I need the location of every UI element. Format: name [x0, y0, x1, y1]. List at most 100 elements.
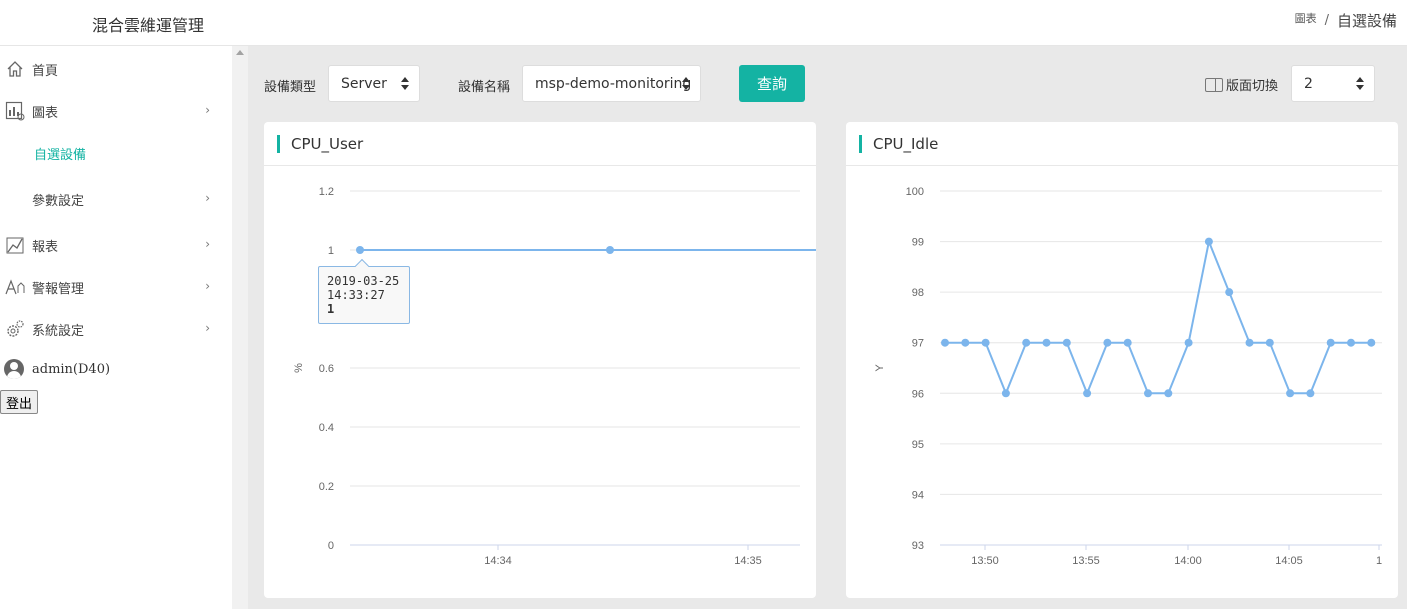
device-type-label: 設備類型 — [264, 80, 317, 95]
sidebar-item-system[interactable]: 系統設定 › — [0, 315, 232, 343]
data-point — [1306, 389, 1315, 398]
data-point — [981, 338, 990, 347]
x-tick-label: 13:55 — [1072, 555, 1100, 567]
y-tick-label: 0.6 — [319, 363, 334, 375]
sidebar-item-label: 參數設定 — [32, 193, 85, 209]
sidebar-nav: 首頁 圖表 › 自選設備 參數設定 › 報表 › 警報管理 › 系統設定 › — [0, 46, 232, 609]
x-tick-label: 14:05 — [1275, 555, 1303, 567]
sidebar-item-charts[interactable]: 圖表 › — [0, 97, 232, 125]
sidebar: 混合雲維運管理 首頁 圖表 › 自選設備 參數設定 › 報表 › 警報管理 › … — [0, 0, 248, 609]
y-tick-label: 100 — [906, 186, 924, 198]
data-point — [1286, 389, 1295, 398]
data-point — [606, 246, 614, 254]
y-tick-label: 93 — [912, 540, 924, 552]
title-accent-bar — [859, 134, 862, 153]
x-tick-label: 1 — [1376, 555, 1382, 567]
tooltip-date: 2019-03-25 — [327, 274, 400, 288]
data-point — [1204, 237, 1213, 246]
top-bar: 圖表 / 自選設備 — [248, 0, 1407, 46]
sidebar-item-label: 報表 — [32, 239, 59, 255]
data-point — [1225, 288, 1234, 297]
data-point — [1326, 338, 1335, 347]
data-point — [1062, 338, 1071, 347]
title-accent-bar — [277, 134, 280, 153]
x-tick-label: 13:50 — [971, 555, 999, 567]
sidebar-item-label: 首頁 — [32, 63, 59, 79]
chart-title: CPU_User — [291, 134, 364, 153]
sidebar-item-alarms[interactable]: 警報管理 › — [0, 273, 232, 301]
query-button[interactable]: 查詢 — [739, 65, 805, 102]
data-point — [941, 338, 949, 347]
data-point — [1022, 338, 1031, 347]
y-tick-label: 97 — [912, 338, 924, 350]
device-name-label: 設備名稱 — [458, 80, 511, 95]
layout-toggle-label: 版面切換 — [1226, 79, 1279, 94]
y-tick-label: 96 — [912, 388, 924, 400]
data-point — [1367, 338, 1376, 347]
layout-value: 2 — [1304, 75, 1313, 92]
layout-select[interactable]: 2 — [1291, 65, 1375, 102]
x-tick-label: 14:35 — [734, 555, 762, 567]
y-tick-label: 0.2 — [319, 481, 334, 493]
breadcrumb-current: 自選設備 — [1336, 12, 1397, 30]
chevron-right-icon: › — [205, 191, 210, 205]
chevron-right-icon: › — [205, 237, 210, 251]
scroll-up-icon[interactable] — [236, 50, 244, 55]
chart-title: CPU_Idle — [873, 134, 939, 153]
y-tick-label: 95 — [912, 439, 924, 451]
tooltip-value: 1 — [327, 302, 335, 316]
report-icon — [4, 234, 26, 256]
logout-button[interactable]: 登出 — [0, 390, 39, 414]
data-point — [961, 338, 970, 347]
sidebar-item-settings[interactable]: 參數設定 › — [0, 185, 232, 213]
avatar — [4, 359, 24, 379]
x-tick-label: 14:00 — [1174, 555, 1202, 567]
gear-icon — [4, 318, 26, 340]
y-tick-label: 99 — [912, 237, 924, 249]
chevron-right-icon: › — [205, 103, 210, 117]
series-line — [945, 238, 1372, 396]
select-caret-icon — [1356, 77, 1364, 91]
sidebar-subitem-custom-devices[interactable]: 自選設備 — [34, 144, 86, 163]
device-type-select[interactable]: Server — [328, 65, 420, 102]
tooltip-time: 14:33:27 — [327, 288, 385, 302]
alarm-icon — [4, 276, 26, 298]
device-type-value: Server — [341, 75, 387, 92]
data-point — [1144, 389, 1152, 398]
cpu-idle-chart[interactable]: 93 94 95 96 97 98 99 100 Y 13:50 13:55 14:00 14:05 1 — [846, 166, 1398, 598]
data-point — [1184, 338, 1193, 347]
sidebar-item-label: 系統設定 — [32, 323, 85, 339]
username: admin(D40) — [32, 361, 111, 377]
y-tick-label: 0.4 — [319, 422, 334, 434]
layout-toggle[interactable]: 版面切換 — [1205, 75, 1278, 94]
breadcrumb-separator: / — [1324, 13, 1329, 28]
layout-split-icon — [1205, 77, 1223, 92]
device-name-select[interactable]: msp-demo-monitoring — [522, 65, 701, 102]
y-axis-title: Y — [874, 364, 886, 372]
breadcrumb-parent[interactable]: 圖表 — [1295, 10, 1317, 26]
chart-tooltip: 2019-03-25 14:33:27 1 — [318, 258, 410, 324]
home-icon — [4, 58, 26, 80]
sidebar-item-reports[interactable]: 報表 › — [0, 231, 232, 259]
chevron-right-icon: › — [205, 279, 210, 293]
breadcrumb: 圖表 / 自選設備 — [1295, 10, 1397, 31]
sidebar-item-home[interactable]: 首頁 — [0, 55, 232, 83]
data-point — [1042, 338, 1051, 347]
chevron-right-icon: › — [205, 321, 210, 335]
sidebar-scrollbar[interactable] — [232, 46, 248, 609]
cpu-user-chart[interactable]: 0 0.2 0.4 0.6 1 1.2% 14:34 14:35 — [264, 166, 816, 598]
app-title: 混合雲維運管理 — [0, 0, 248, 46]
data-point — [1164, 389, 1173, 398]
sidebar-item-label: 圖表 — [32, 105, 59, 121]
data-point — [1265, 338, 1274, 347]
select-caret-icon — [682, 77, 690, 91]
data-point — [356, 246, 364, 254]
user-info: admin(D40) — [4, 359, 110, 379]
device-name-value: msp-demo-monitoring — [535, 75, 692, 92]
y-tick-label: 1 — [328, 245, 334, 257]
data-point — [1245, 338, 1254, 347]
chart-icon — [4, 100, 26, 122]
select-caret-icon — [401, 77, 409, 91]
data-point — [1103, 338, 1112, 347]
data-point — [1347, 338, 1355, 347]
